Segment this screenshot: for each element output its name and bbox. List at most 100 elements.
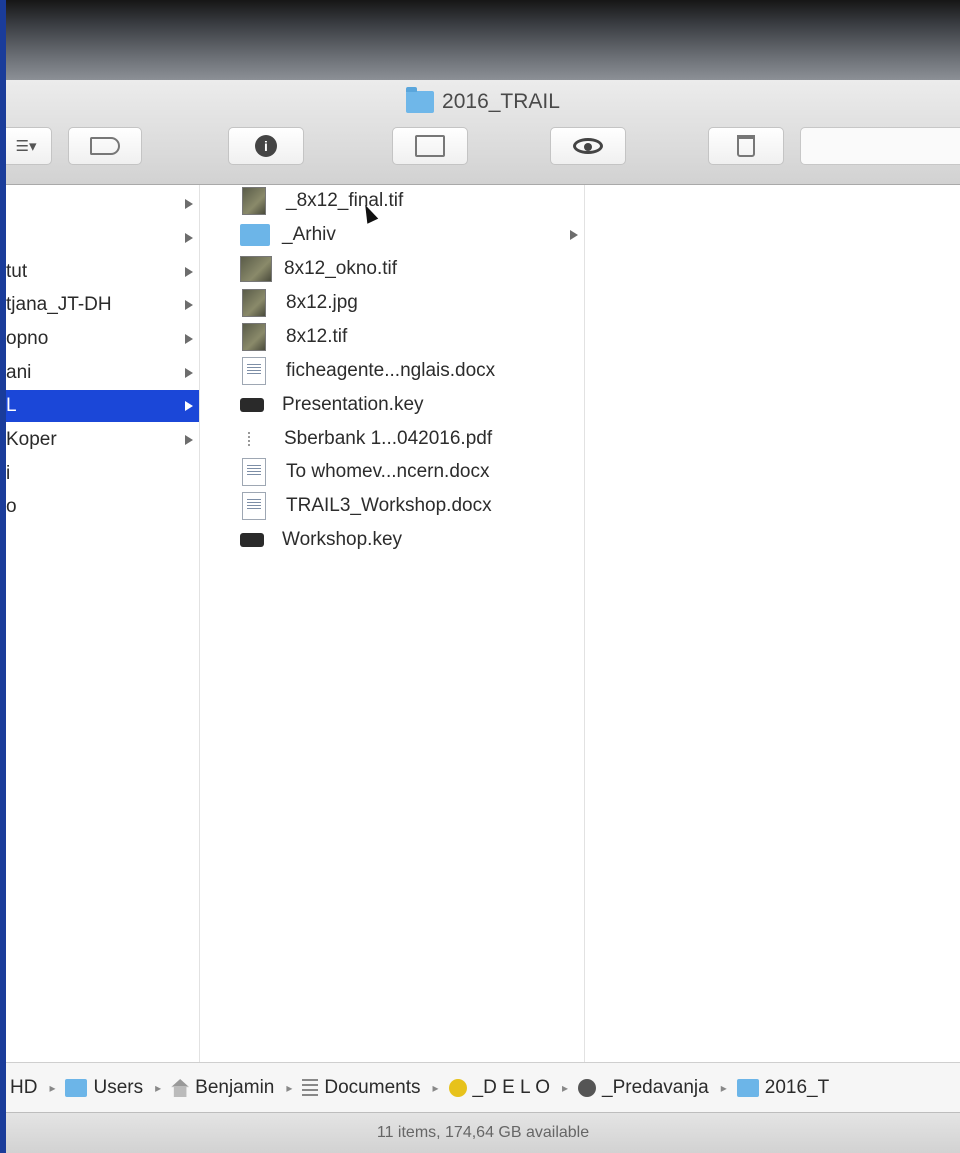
folder-icon	[65, 1079, 88, 1097]
disclosure-arrow-icon	[185, 401, 193, 411]
path-crumb-label: Documents	[324, 1077, 421, 1098]
eye-icon	[573, 138, 603, 154]
image-icon	[240, 256, 272, 282]
file-name: ficheagente...nglais.docx	[286, 360, 496, 381]
file-item[interactable]: ficheagente...nglais.docx	[200, 355, 584, 387]
disclosure-arrow-icon	[185, 334, 193, 344]
yellow-folder-icon	[448, 1079, 467, 1097]
new-folder-button[interactable]	[392, 127, 468, 165]
path-crumb-label: _D E L O	[472, 1077, 550, 1098]
trash-button[interactable]	[708, 127, 784, 165]
file-name: Workshop.key	[282, 529, 403, 550]
list-item[interactable]: o	[6, 491, 199, 523]
file-name: To whomev...ncern.docx	[286, 461, 490, 482]
list-item[interactable]: i	[6, 458, 199, 490]
file-item[interactable]: Sberbank 1...042016.pdf	[200, 423, 584, 455]
trash-icon	[737, 135, 755, 157]
tag-button[interactable]	[68, 127, 142, 165]
file-item[interactable]: Presentation.key	[200, 389, 584, 421]
file-item[interactable]: Workshop.key	[200, 524, 584, 556]
list-item[interactable]	[6, 188, 199, 220]
path-crumb[interactable]: Documents ▸	[302, 1077, 444, 1099]
keynote-icon	[240, 533, 264, 547]
document-icon	[242, 357, 266, 385]
disclosure-arrow-icon	[185, 233, 193, 243]
path-crumb-label: Users	[93, 1077, 144, 1098]
folder-icon	[240, 224, 270, 246]
list-item[interactable]: tut	[6, 256, 199, 288]
separator-icon: ▸	[155, 1081, 162, 1095]
status-bar: 11 items, 174,64 GB available	[6, 1112, 960, 1153]
home-icon	[171, 1079, 190, 1097]
file-item[interactable]: 8x12_okno.tif	[200, 253, 584, 285]
file-item[interactable]: 8x12.jpg	[200, 287, 584, 319]
disclosure-arrow-icon	[185, 199, 193, 209]
separator-icon: ▸	[561, 1081, 569, 1095]
separator-icon: ▸	[286, 1081, 293, 1095]
tag-icon	[90, 137, 120, 155]
disclosure-arrow-icon	[185, 368, 193, 378]
folder-contents-column[interactable]: _8x12_final.tif _Arhiv 8x12_okno.tif 8x1…	[200, 185, 594, 1063]
file-item[interactable]: TRAIL3_Workshop.docx	[200, 490, 584, 522]
list-item-selected[interactable]: L	[6, 390, 199, 422]
file-name: 8x12.tif	[286, 326, 348, 347]
file-item[interactable]: To whomev...ncern.docx	[200, 456, 584, 488]
quick-look-button[interactable]	[550, 127, 626, 165]
list-item[interactable]: tjana_JT-DH	[6, 289, 199, 321]
path-crumb-label: 2016_T	[764, 1077, 830, 1098]
path-crumb[interactable]: Benjamin ▸	[171, 1077, 298, 1099]
list-item[interactable]: opno	[6, 323, 199, 355]
list-item-label: tut	[6, 261, 28, 282]
list-item-label: L	[6, 395, 17, 416]
keynote-icon	[240, 398, 264, 412]
image-icon	[242, 289, 266, 317]
file-name: 8x12.jpg	[286, 292, 358, 313]
path-crumb-label: HD	[10, 1077, 38, 1098]
new-folder-icon	[415, 135, 445, 157]
empty-column	[585, 185, 960, 1063]
disclosure-arrow-icon	[185, 300, 193, 310]
list-item[interactable]: Koper	[6, 424, 199, 456]
window-title-text: 2016_TRAIL	[442, 90, 560, 113]
status-text: 11 items, 174,64 GB available	[376, 1124, 590, 1141]
view-options-button[interactable]: ☰▾	[6, 127, 52, 165]
parent-column[interactable]: tut tjana_JT-DH opno ani L Koper i o	[6, 185, 212, 1063]
file-item[interactable]: _8x12_final.tif	[200, 185, 584, 217]
get-info-button[interactable]: i	[228, 127, 304, 165]
list-item-label: ani	[6, 362, 32, 383]
file-name: Presentation.key	[282, 394, 424, 415]
search-input[interactable]	[800, 127, 960, 165]
separator-icon: ▸	[49, 1081, 56, 1095]
folder-icon	[736, 1079, 759, 1097]
path-crumb[interactable]: 2016_T	[736, 1077, 830, 1099]
list-item[interactable]: ani	[6, 357, 199, 389]
folder-icon	[406, 87, 435, 113]
documents-icon	[302, 1079, 319, 1097]
path-crumb[interactable]: Users ▸	[65, 1077, 167, 1099]
file-name: Sberbank 1...042016.pdf	[284, 428, 493, 449]
file-name: 8x12_okno.tif	[284, 258, 398, 279]
list-item-label: opno	[6, 328, 49, 349]
finder-window: 2016_TRAIL ☰▾ i tut tjana_JT-DH opno ani…	[6, 80, 960, 1153]
path-crumb[interactable]: _D E L O ▸	[448, 1077, 574, 1099]
separator-icon: ▸	[720, 1081, 727, 1095]
disclosure-arrow-icon	[185, 435, 193, 445]
path-crumb[interactable]: _Predavanja ▸	[578, 1077, 733, 1099]
folder-item[interactable]: _Arhiv	[200, 219, 584, 251]
document-icon	[242, 458, 266, 486]
list-item-label: i	[6, 463, 11, 484]
pdf-icon	[242, 426, 264, 452]
file-item[interactable]: 8x12.tif	[200, 321, 584, 353]
desktop-background	[0, 0, 960, 80]
disclosure-arrow-icon	[185, 267, 193, 277]
path-crumb-label: _Predavanja	[602, 1077, 709, 1098]
window-title: 2016_TRAIL	[6, 87, 960, 114]
file-name: TRAIL3_Workshop.docx	[286, 495, 492, 516]
info-icon: i	[255, 135, 277, 157]
path-crumb[interactable]: HD ▸	[10, 1077, 61, 1099]
list-item[interactable]	[6, 222, 199, 254]
list-item-label: o	[6, 496, 17, 517]
title-toolbar: 2016_TRAIL ☰▾ i	[6, 80, 960, 185]
list-view-icon: ☰▾	[15, 138, 37, 155]
separator-icon: ▸	[432, 1081, 439, 1095]
